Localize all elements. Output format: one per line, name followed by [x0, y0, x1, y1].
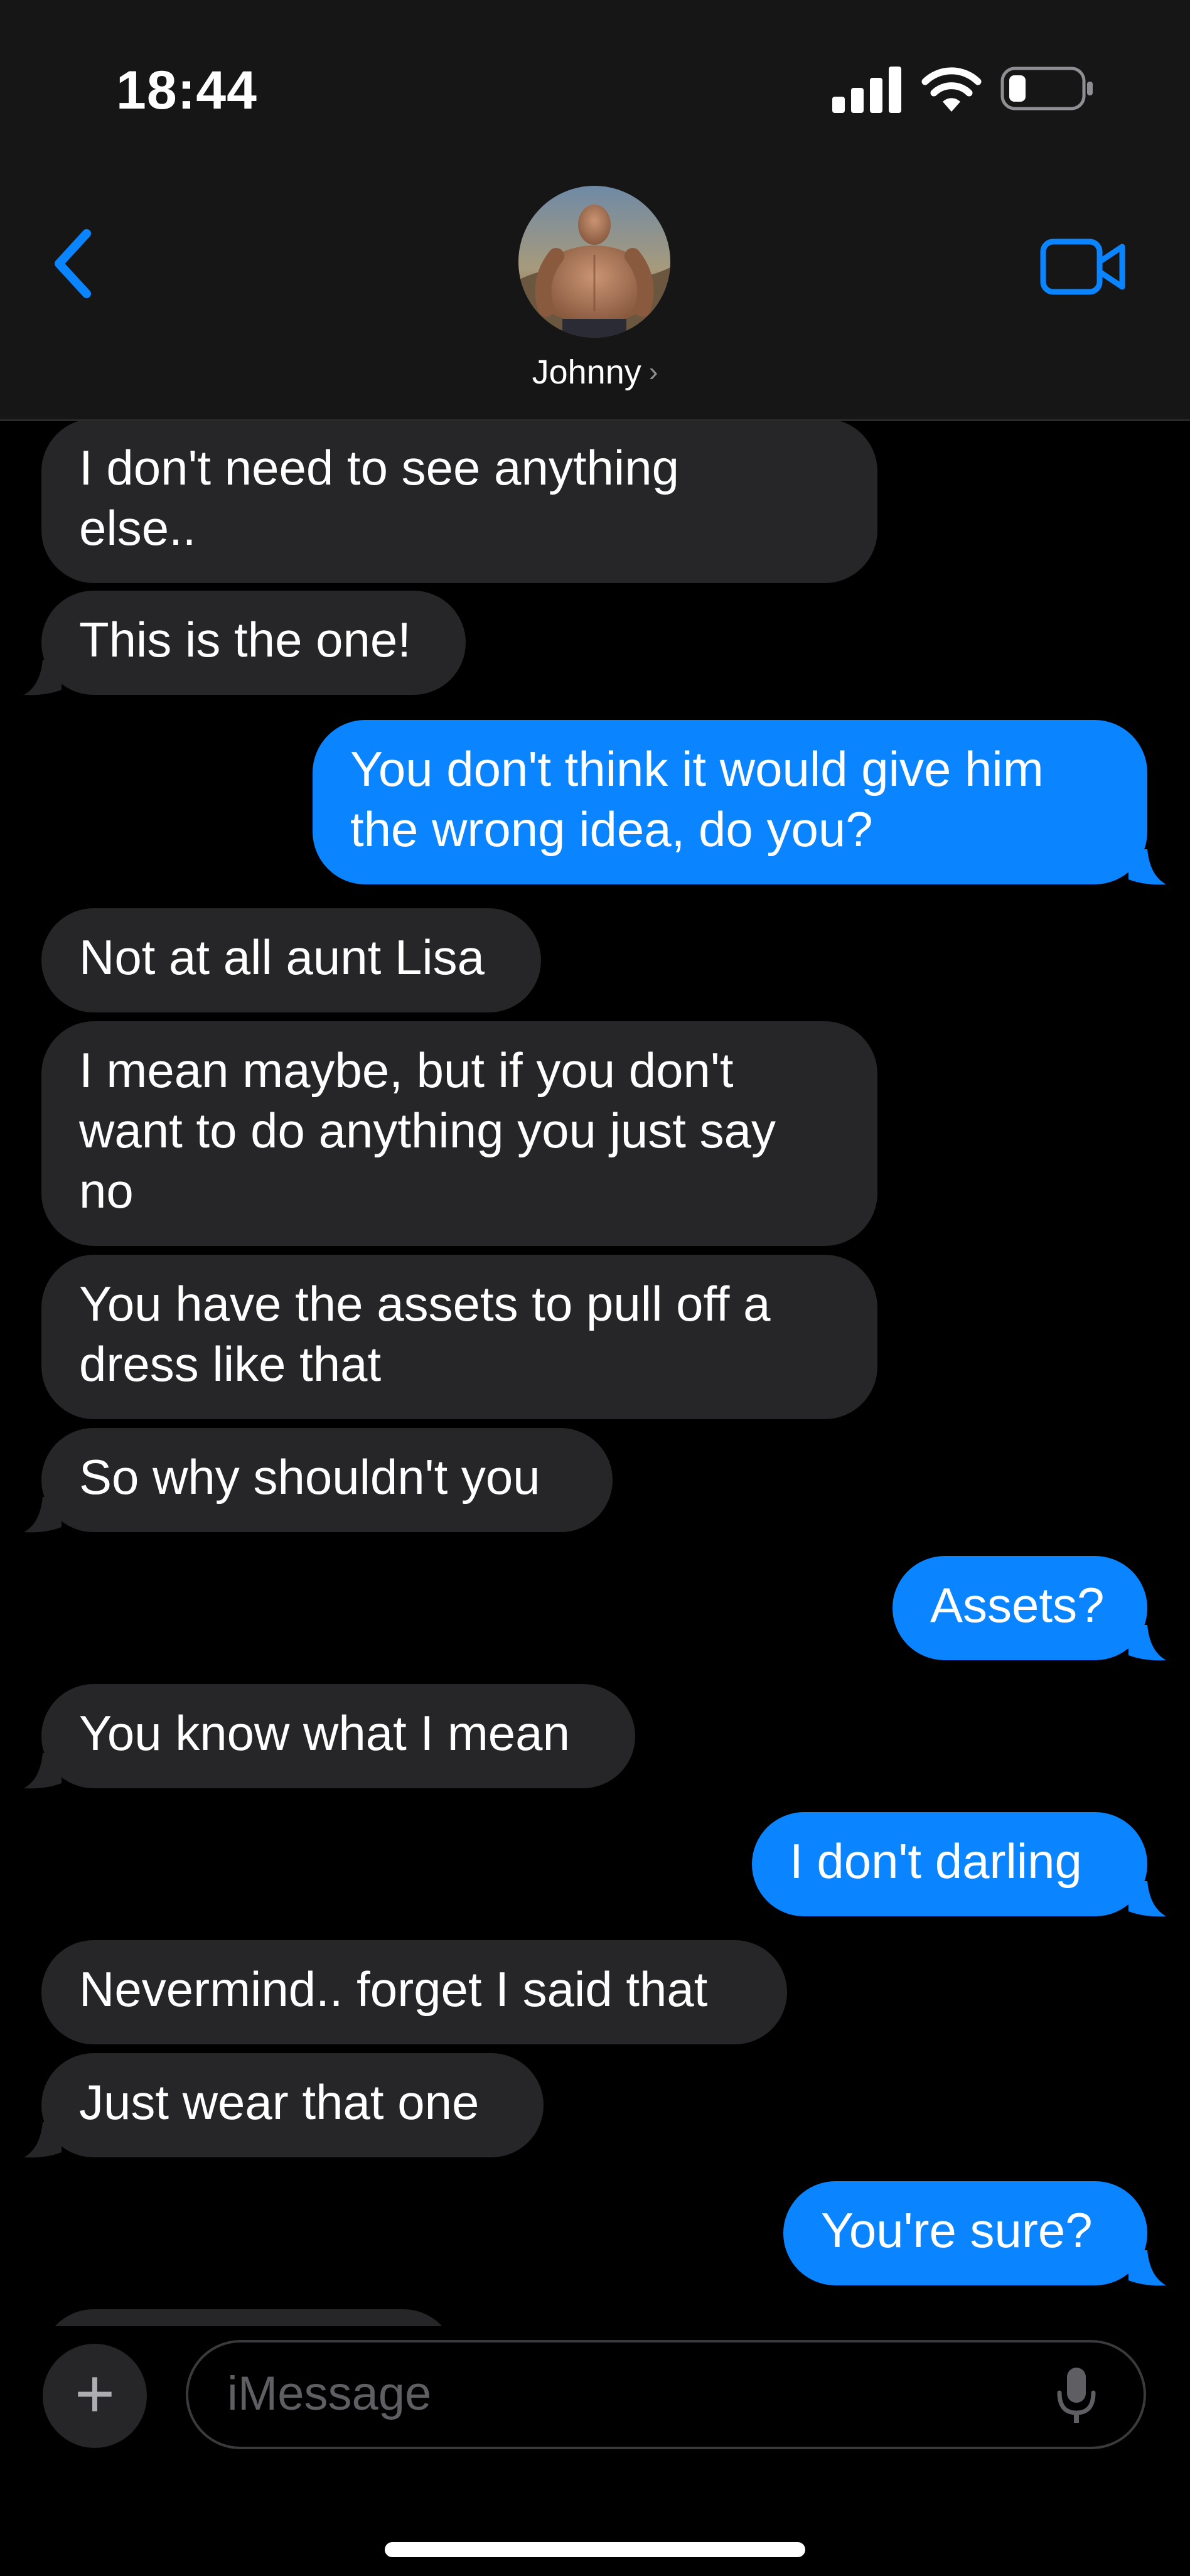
incoming-message-partial[interactable] — [41, 2309, 456, 2326]
microphone-icon[interactable] — [1054, 2365, 1098, 2428]
incoming-message[interactable]: Just wear that one — [41, 2053, 544, 2157]
incoming-message[interactable]: I mean maybe, but if you don't want to d… — [41, 1021, 877, 1246]
outgoing-message[interactable]: You don't think it would give him the wr… — [313, 720, 1147, 884]
incoming-message[interactable]: So why shouldn't you — [41, 1428, 613, 1532]
message-composer: + iMessage — [0, 2326, 1190, 2576]
bubble-tail — [1128, 849, 1166, 885]
chevron-right-icon: › — [648, 357, 658, 387]
facetime-video-button[interactable] — [1039, 235, 1127, 298]
incoming-message[interactable]: You know what I mean — [41, 1684, 635, 1788]
incoming-message[interactable]: You have the assets to pull off a dress … — [41, 1255, 877, 1419]
add-attachment-button[interactable]: + — [43, 2344, 147, 2448]
wifi-icon — [921, 67, 982, 112]
bubble-tail — [24, 2122, 62, 2158]
bubble-tail — [1128, 1881, 1166, 1917]
bubble-tail — [1128, 1625, 1166, 1661]
incoming-message[interactable]: I don't need to see anything else.. — [41, 421, 877, 583]
message-input[interactable]: iMessage — [186, 2340, 1146, 2449]
incoming-message[interactable]: This is the one! — [41, 591, 466, 695]
chevron-left-icon — [55, 229, 91, 298]
status-icons — [832, 63, 1096, 113]
outgoing-message[interactable]: I don't darling — [752, 1812, 1147, 1916]
bubble-tail — [24, 660, 62, 695]
cellular-signal-icon — [832, 67, 901, 113]
message-input-placeholder: iMessage — [227, 2367, 432, 2420]
contact-name-row[interactable]: Johnny › — [0, 353, 1190, 392]
battery-icon — [1000, 67, 1093, 110]
bubble-tail — [24, 1753, 62, 1789]
conversation-header: 18:44 Johnny › — [0, 0, 1190, 421]
back-button[interactable] — [38, 220, 107, 308]
home-indicator[interactable] — [385, 2542, 805, 2557]
bubble-tail — [24, 1497, 62, 1533]
incoming-message[interactable]: Not at all aunt Lisa — [41, 908, 541, 1012]
outgoing-message[interactable]: Assets? — [893, 1556, 1147, 1660]
contact-name[interactable]: Johnny — [532, 353, 641, 391]
incoming-message[interactable]: Nevermind.. forget I said that — [41, 1940, 787, 2044]
message-thread[interactable]: I don't need to see anything else.. This… — [0, 421, 1190, 2326]
outgoing-message[interactable]: You're sure? — [783, 2181, 1147, 2285]
status-time: 18:44 — [116, 60, 257, 121]
bubble-tail — [1128, 2250, 1166, 2286]
contact-avatar[interactable] — [518, 186, 670, 338]
video-camera-icon — [1040, 239, 1125, 295]
